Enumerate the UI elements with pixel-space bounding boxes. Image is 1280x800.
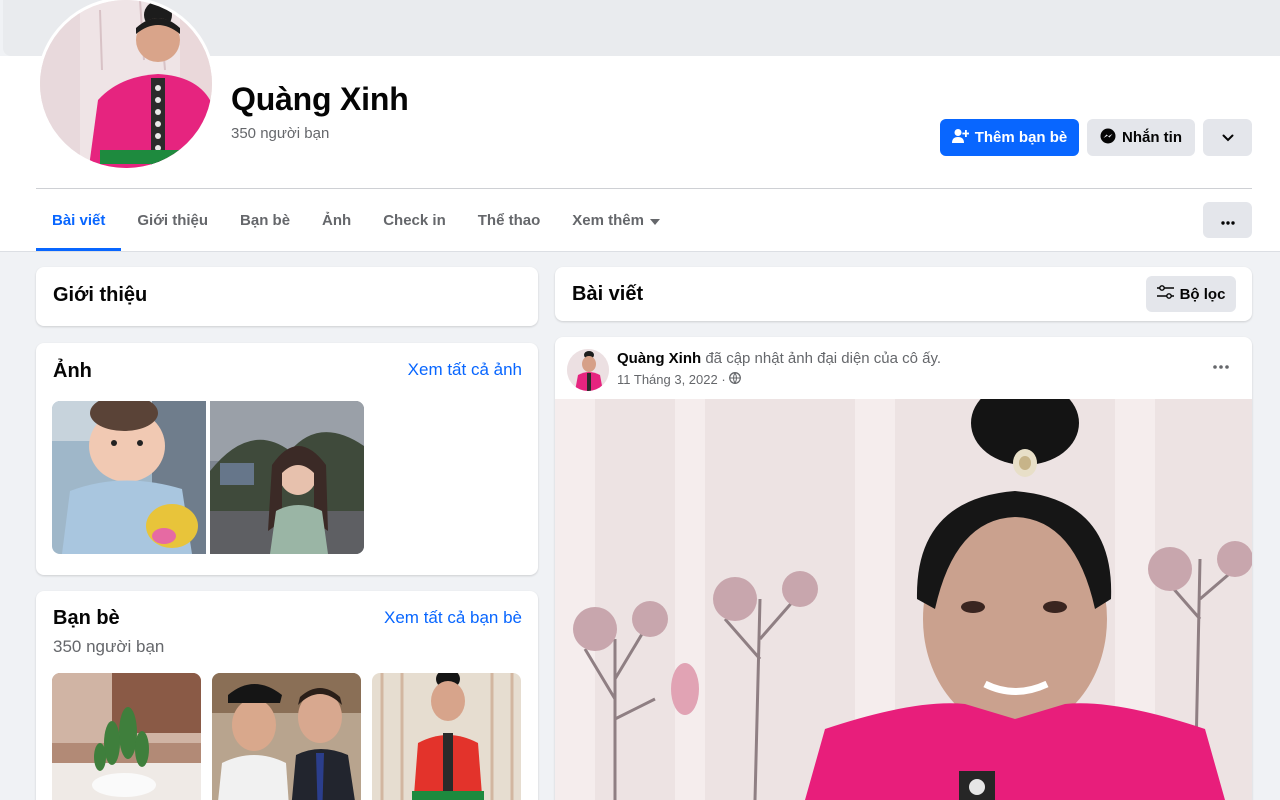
chevron-down-icon	[1222, 129, 1234, 146]
see-all-friends-link[interactable]: Xem tất cả bạn bè	[384, 608, 522, 628]
filter-sliders-icon	[1156, 285, 1174, 303]
tab-photos[interactable]: Ảnh	[306, 189, 367, 251]
friend-thumbnail-2[interactable]	[212, 673, 361, 800]
globe-icon	[728, 372, 741, 387]
posts-title: Bài viết	[572, 283, 644, 305]
add-friend-label: Thêm bạn bè	[974, 129, 1068, 146]
more-dots-icon	[1206, 364, 1236, 381]
post-action-text: đã cập nhật ảnh đại diện của cô ấy.	[701, 350, 942, 367]
friends-count: 350 người bạn	[53, 637, 165, 656]
photo-thumbnail-girl[interactable]	[210, 401, 364, 554]
friends-card: Bạn bè Xem tất cả bạn bè 350 người bạn	[36, 591, 538, 800]
more-dots-icon	[1220, 212, 1235, 229]
post-author-name[interactable]: Quàng Xinh	[617, 350, 701, 367]
intro-title: Giới thiệu	[53, 284, 148, 306]
caret-down-icon	[649, 212, 660, 229]
add-friend-icon	[951, 128, 970, 148]
message-label: Nhắn tin	[1122, 129, 1182, 146]
message-button[interactable]: Nhắn tin	[1087, 119, 1195, 156]
post-date[interactable]: 11 Tháng 3, 2022 ·	[617, 372, 726, 387]
post-author-avatar[interactable]	[567, 349, 609, 391]
friend-thumbnail-3[interactable]	[372, 673, 521, 800]
post-header-text: Quàng Xinh đã cập nhật ảnh đại diện của …	[617, 350, 941, 367]
tab-friends[interactable]: Bạn bè	[224, 189, 306, 251]
profile-avatar[interactable]	[37, 0, 215, 171]
tab-see-more-label: Xem thêm	[572, 211, 644, 229]
tab-see-more[interactable]: Xem thêm	[556, 189, 676, 251]
profile-friend-count[interactable]: 350 người bạn	[231, 125, 329, 142]
add-friend-button[interactable]: Thêm bạn bè	[940, 119, 1079, 156]
intro-card: Giới thiệu	[36, 267, 538, 326]
photos-card: Ảnh Xem tất cả ảnh	[36, 343, 538, 575]
see-all-photos-link[interactable]: Xem tất cả ảnh	[408, 360, 522, 380]
friend-thumbnail-1[interactable]	[52, 673, 201, 800]
tab-sports[interactable]: Thể thao	[462, 189, 557, 251]
post-photo[interactable]	[555, 399, 1252, 800]
tab-posts[interactable]: Bài viết	[36, 189, 122, 251]
photos-title: Ảnh	[53, 360, 92, 382]
profile-name: Quàng Xinh	[231, 81, 409, 117]
messenger-icon	[1100, 128, 1116, 148]
post-options-button[interactable]	[1206, 357, 1236, 377]
tab-about[interactable]: Giới thiệu	[121, 189, 224, 251]
photo-thumbnail-baby[interactable]	[52, 401, 206, 554]
profile-tabs: Bài viết Giới thiệu Bạn bè Ảnh Check in …	[36, 189, 676, 251]
filter-label: Bộ lọc	[1179, 285, 1226, 303]
tab-check-in[interactable]: Check in	[367, 189, 462, 251]
friends-title: Bạn bè	[53, 607, 120, 629]
profile-more-button[interactable]	[1203, 119, 1252, 156]
tabs-more-button[interactable]	[1203, 202, 1252, 238]
filter-button[interactable]: Bộ lọc	[1146, 276, 1236, 312]
post-meta: 11 Tháng 3, 2022 ·	[617, 372, 741, 387]
